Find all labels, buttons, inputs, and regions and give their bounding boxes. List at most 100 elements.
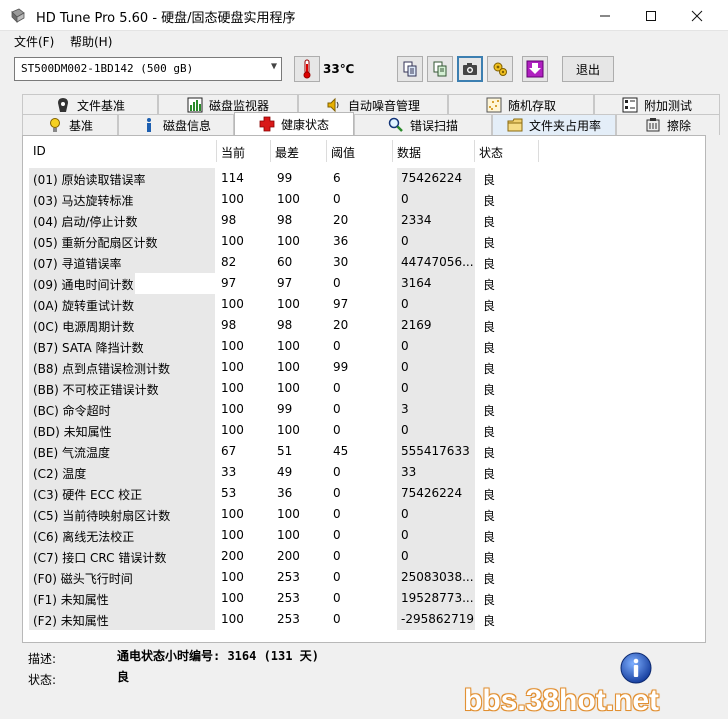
data-cell: 0 — [397, 504, 475, 525]
table-row[interactable]: (C6) 离线无法校正 100 100 0 0 良 — [29, 525, 569, 546]
tab-label: 随机存取 — [507, 98, 556, 113]
table-row[interactable]: (01) 原始读取错误率 114 99 6 75426224 良 — [29, 168, 569, 189]
threshold-cell: 0 — [333, 192, 341, 206]
tab-disk-info[interactable]: 磁盘信息 — [118, 114, 234, 135]
worst-cell: 98 — [277, 213, 293, 227]
tab-erase[interactable]: 擦除 — [616, 114, 720, 135]
tab-extra-tests[interactable]: 附加测试 — [594, 94, 720, 115]
attr-id-cell: (B8) 点到点错误检测计数 — [29, 357, 215, 378]
table-row[interactable]: (0A) 旋转重试计数 100 100 97 0 良 — [29, 294, 569, 315]
table-row[interactable]: (BE) 气流温度 67 51 45 555417633 良 — [29, 441, 569, 462]
data-cell: 0 — [397, 546, 475, 567]
screenshot-button[interactable] — [457, 56, 483, 82]
temperature-button[interactable] — [294, 56, 320, 82]
threshold-cell: 0 — [333, 528, 341, 542]
window-title: HD Tune Pro 5.60 - 硬盘/固态硬盘实用程序 — [36, 11, 296, 26]
copy-all-icon — [433, 61, 447, 77]
current-cell: 100 — [221, 192, 244, 206]
attr-id-cell: (03) 马达旋转标准 — [29, 189, 215, 210]
current-cell: 100 — [221, 591, 244, 605]
table-row[interactable]: (B7) SATA 降挡计数 100 100 0 0 良 — [29, 336, 569, 357]
attr-id-cell: (C6) 离线无法校正 — [29, 525, 215, 546]
current-cell: 200 — [221, 549, 244, 563]
tab-label: 擦除 — [666, 118, 691, 133]
chevron-down-icon: ▼ — [270, 61, 277, 72]
menu-file[interactable]: 文件(F) — [14, 33, 54, 50]
health-cross-icon — [259, 116, 275, 132]
current-cell: 100 — [221, 423, 244, 437]
header-status[interactable]: 状态 — [475, 140, 539, 162]
tab-health[interactable]: 健康状态 — [234, 112, 354, 135]
data-cell: 3 — [397, 399, 475, 420]
close-button[interactable] — [674, 0, 720, 31]
attr-id-cell: (BC) 命令超时 — [29, 399, 215, 420]
status-cell: 良 — [483, 446, 496, 460]
tab-benchmark[interactable]: 基准 — [22, 114, 118, 135]
table-row[interactable]: (C5) 当前待映射扇区计数 100 100 0 0 良 — [29, 504, 569, 525]
header-data[interactable]: 数据 — [393, 140, 475, 162]
threshold-cell: 0 — [333, 612, 341, 626]
table-row[interactable]: (C3) 硬件 ECC 校正 53 36 0 75426224 良 — [29, 483, 569, 504]
table-row[interactable]: (09) 通电时间计数 97 97 0 3164 良 — [29, 273, 569, 294]
table-row[interactable]: (07) 寻道错误率 82 60 30 44747056... 良 — [29, 252, 569, 273]
current-cell: 100 — [221, 570, 244, 584]
save-button[interactable] — [522, 56, 548, 82]
current-cell: 67 — [221, 444, 237, 458]
table-row[interactable]: (BD) 未知属性 100 100 0 0 良 — [29, 420, 569, 441]
tab-label: 基准 — [68, 118, 93, 133]
table-row[interactable]: (C7) 接口 CRC 错误计数 200 200 0 0 良 — [29, 546, 569, 567]
table-row[interactable]: (04) 启动/停止计数 98 98 20 2334 良 — [29, 210, 569, 231]
current-cell: 100 — [221, 360, 244, 374]
minimize-button[interactable] — [582, 0, 628, 31]
tab-error-scan[interactable]: 错误扫描 — [354, 114, 492, 135]
data-cell: 0 — [397, 378, 475, 399]
table-row[interactable]: (BB) 不可校正错误计数 100 100 0 0 良 — [29, 378, 569, 399]
options-button[interactable] — [487, 56, 513, 82]
maximize-button[interactable] — [628, 0, 674, 31]
threshold-cell: 36 — [333, 234, 349, 248]
worst-cell: 100 — [277, 381, 300, 395]
worst-cell: 99 — [277, 171, 293, 185]
header-current[interactable]: 当前 — [217, 140, 271, 162]
tab-random-access[interactable]: 随机存取 — [448, 94, 594, 115]
tab-folder-usage[interactable]: 文件夹占用率 — [492, 114, 616, 135]
copy-text-button[interactable] — [397, 56, 423, 82]
info-circle-icon[interactable] — [620, 652, 652, 684]
table-row[interactable]: (C2) 温度 33 49 0 33 良 — [29, 462, 569, 483]
data-cell: -295862719 — [397, 609, 475, 630]
tab-row-1: 文件基准 磁盘监视器 自动噪音管理 随机存取 附加测试 — [22, 94, 722, 115]
attr-id-cell: (04) 启动/停止计数 — [29, 210, 215, 231]
tab-label: 文件夹占用率 — [528, 118, 601, 133]
drive-select[interactable]: ST500DM002-1BD142 (500 gB) ▼ — [14, 57, 282, 81]
table-row[interactable]: (F0) 磁头飞行时间 100 253 0 25083038... 良 — [29, 567, 569, 588]
attr-id-cell: (BE) 气流温度 — [29, 441, 215, 462]
title-bar: HD Tune Pro 5.60 - 硬盘/固态硬盘实用程序 — [0, 0, 728, 31]
table-row[interactable]: (05) 重新分配扇区计数 100 100 36 0 良 — [29, 231, 569, 252]
copy-all-button[interactable] — [427, 56, 453, 82]
speaker-icon — [326, 97, 342, 113]
data-cell: 19528773... — [397, 588, 475, 609]
header-id[interactable]: ID — [29, 140, 217, 162]
attr-id-cell: (B7) SATA 降挡计数 — [29, 336, 215, 357]
menu-help[interactable]: 帮助(H) — [70, 33, 112, 50]
status-cell: 良 — [483, 194, 496, 208]
table-row[interactable]: (0C) 电源周期计数 98 98 20 2169 良 — [29, 315, 569, 336]
header-worst[interactable]: 最差 — [271, 140, 327, 162]
tab-file-benchmark[interactable]: 文件基准 — [22, 94, 158, 115]
health-panel: ID 当前 最差 阈值 数据 状态 (01) 原始读取错误率 114 99 6 7542… — [22, 135, 706, 643]
threshold-cell: 0 — [333, 507, 341, 521]
thermometer-icon — [303, 59, 311, 79]
header-threshold[interactable]: 阈值 — [327, 140, 393, 162]
table-row[interactable]: (F2) 未知属性 100 253 0 -295862719 良 — [29, 609, 569, 630]
table-row[interactable]: (BC) 命令超时 100 99 0 3 良 — [29, 399, 569, 420]
attr-id-cell: (07) 寻道错误率 — [29, 252, 215, 273]
status-cell: 良 — [483, 383, 496, 397]
info-icon — [141, 117, 157, 133]
table-row[interactable]: (B8) 点到点错误检测计数 100 100 99 0 良 — [29, 357, 569, 378]
threshold-cell: 0 — [333, 276, 341, 290]
exit-button[interactable]: 退出 — [562, 56, 614, 82]
table-row[interactable]: (F1) 未知属性 100 253 0 19528773... 良 — [29, 588, 569, 609]
threshold-cell: 97 — [333, 297, 349, 311]
table-row[interactable]: (03) 马达旋转标准 100 100 0 0 良 — [29, 189, 569, 210]
tab-label: 自动噪音管理 — [347, 98, 420, 113]
